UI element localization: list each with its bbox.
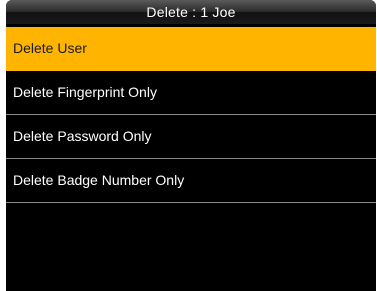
menu-item-delete-user[interactable]: Delete User [6,27,376,71]
device-screen: Delete : 1 Joe Delete User Delete Finger… [6,0,376,291]
page-title: Delete : 1 Joe [6,0,376,24]
menu-item-delete-password-only[interactable]: Delete Password Only [6,115,376,159]
delete-options-menu: Delete User Delete Fingerprint Only Dele… [6,27,376,203]
menu-item-delete-fingerprint-only[interactable]: Delete Fingerprint Only [6,71,376,115]
menu-item-delete-badge-number-only[interactable]: Delete Badge Number Only [6,159,376,203]
